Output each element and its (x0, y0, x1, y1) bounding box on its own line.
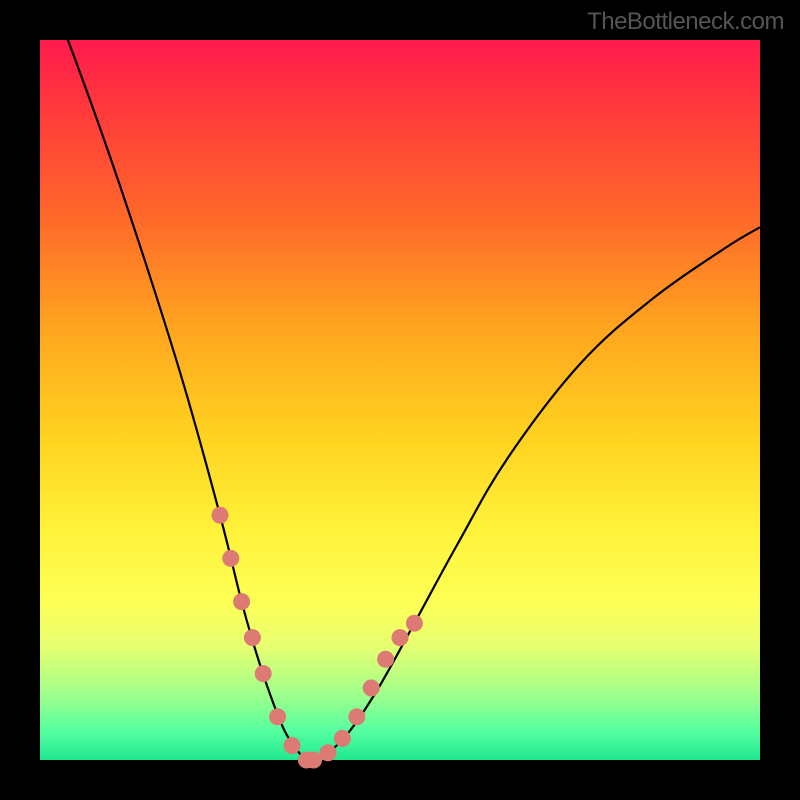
highlight-dot (320, 744, 337, 761)
highlight-dot (269, 708, 286, 725)
bottleneck-curve (40, 0, 760, 761)
highlight-dot (244, 629, 261, 646)
highlight-dot (348, 708, 365, 725)
highlight-dot (305, 752, 322, 769)
attribution-text: TheBottleneck.com (587, 8, 784, 36)
highlight-dot (334, 730, 351, 747)
curve-layer (40, 40, 760, 760)
highlight-dot (363, 680, 380, 697)
curve-path (40, 0, 760, 761)
highlight-dot (406, 615, 423, 632)
highlight-dot (377, 651, 394, 668)
highlight-dot (255, 665, 272, 682)
highlight-dot (392, 629, 409, 646)
highlight-dot (212, 507, 229, 524)
highlight-dots (212, 507, 423, 769)
highlight-dot (233, 593, 250, 610)
highlight-dot (222, 550, 239, 567)
chart-frame: TheBottleneck.com (0, 0, 800, 800)
highlight-dot (284, 737, 301, 754)
plot-area (40, 40, 760, 760)
